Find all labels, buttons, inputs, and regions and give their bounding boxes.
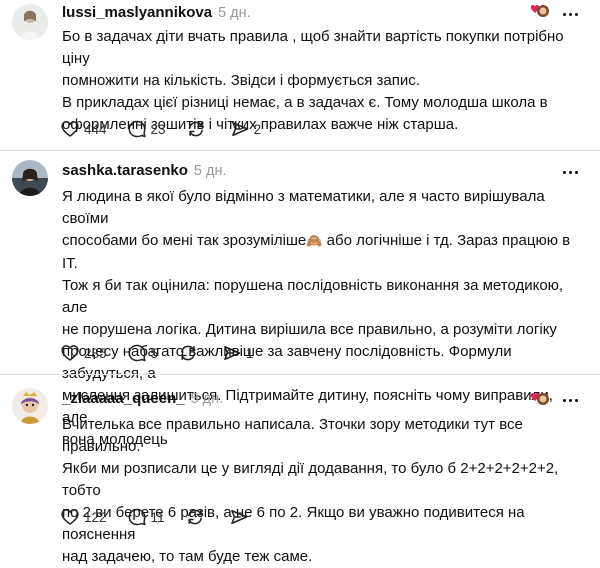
more-options-icon[interactable]	[562, 392, 578, 408]
share-button[interactable]: 1	[222, 342, 254, 364]
avatar[interactable]	[12, 388, 48, 424]
post: sashka.tarasenko 5 дн. Я людина в якої б…	[0, 154, 600, 448]
share-count: 2	[253, 121, 262, 137]
action-bar: 444 23 2	[60, 118, 281, 140]
comment-count: 5	[150, 345, 159, 361]
post-text: Вчителька все правильно написала. Зточки…	[62, 414, 582, 568]
comment-button[interactable]: 11	[127, 506, 165, 528]
heart-icon	[61, 509, 79, 525]
heart-icon	[61, 345, 79, 361]
timestamp: 5 дн.	[193, 163, 227, 179]
send-icon	[231, 122, 248, 136]
like-count: 444	[84, 121, 107, 137]
timestamp: 5 дн.	[190, 391, 224, 407]
text-line: В прикладах цієї різниці немає, а в зада…	[62, 94, 548, 111]
comment-icon	[128, 120, 146, 138]
comment-count: 23	[150, 121, 166, 137]
text-line: способами бо мені так зрозуміліше🙈 або л…	[62, 230, 582, 275]
text-line: помножити на кількість. Звідси і формуєт…	[62, 72, 420, 89]
post: _zlaaaaa_queen_ 5 дн. Вчителька все прав…	[0, 378, 600, 565]
divider	[0, 374, 600, 375]
avatar[interactable]	[12, 160, 48, 196]
more-options-icon[interactable]	[562, 164, 578, 180]
share-count: 1	[246, 345, 254, 361]
text-line: не порушена логіка. Дитина вирішила все …	[62, 321, 557, 338]
like-count: 285	[84, 345, 107, 361]
text-line: Якби ми розписали це у вигляді дії додав…	[62, 460, 559, 499]
text-line: Бо в задачах діти вчать правила , щоб зн…	[62, 28, 564, 67]
send-icon	[230, 510, 247, 524]
like-count: 122	[84, 509, 107, 525]
username[interactable]: lussi_maslyannikova	[62, 4, 212, 21]
sticker-icon	[530, 390, 550, 408]
comment-button[interactable]: 23	[127, 118, 166, 140]
text-line: Тож я би так оцінила: порушена послідовн…	[62, 277, 564, 316]
send-icon	[224, 346, 241, 360]
text-line: Вчителька все правильно написала. Зточки…	[62, 416, 523, 455]
avatar[interactable]	[12, 4, 48, 40]
username[interactable]: sashka.tarasenko	[62, 162, 188, 179]
timestamp: 5 дн.	[218, 5, 251, 21]
text-segment: Я людина в якої було відмінно з математи…	[62, 188, 545, 227]
text-line: Я людина в якої було відмінно з математи…	[62, 186, 582, 230]
post-header: lussi_maslyannikova 5 дн.	[62, 4, 251, 24]
share-button[interactable]	[229, 506, 253, 528]
repost-button[interactable]	[185, 506, 209, 528]
comment-button[interactable]: 5	[127, 342, 159, 364]
comment-icon	[128, 508, 146, 526]
text-segment: способами бо мені так зрозуміліше	[62, 232, 307, 249]
monkey-emoji-icon: 🙈	[306, 234, 323, 249]
heart-icon	[61, 121, 79, 137]
like-button[interactable]: 285	[60, 342, 107, 364]
repost-button[interactable]	[178, 342, 202, 364]
text-line: над задачею, то там буде теж саме.	[62, 548, 313, 565]
like-button[interactable]: 122	[60, 506, 107, 528]
comment-count: 11	[150, 509, 165, 525]
avatar-image	[12, 160, 48, 196]
comment-icon	[128, 344, 146, 362]
post-header: _zlaaaaa_queen_ 5 дн.	[62, 390, 223, 410]
avatar-image	[12, 4, 48, 40]
post: lussi_maslyannikova 5 дн. Бо в задачах д…	[0, 0, 600, 150]
more-options-icon[interactable]	[562, 6, 578, 22]
post-header: sashka.tarasenko 5 дн.	[62, 162, 227, 182]
action-bar: 122 11	[60, 506, 273, 528]
share-button[interactable]: 2	[230, 118, 262, 140]
repost-icon	[187, 509, 202, 525]
divider	[0, 150, 600, 151]
repost-icon	[181, 345, 195, 361]
sticker-icon	[530, 2, 550, 20]
repost-icon	[188, 121, 203, 137]
username[interactable]: _zlaaaaa_queen_	[62, 390, 185, 407]
repost-button[interactable]	[186, 118, 210, 140]
like-button[interactable]: 444	[60, 118, 107, 140]
avatar-image	[12, 388, 48, 424]
action-bar: 285 5 1	[60, 342, 274, 364]
